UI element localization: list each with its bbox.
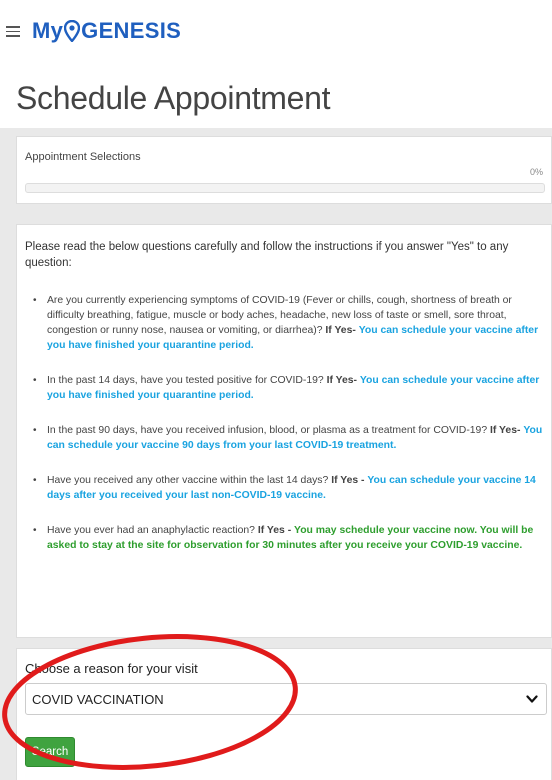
visit-reason-value: COVID VACCINATION xyxy=(32,692,164,707)
brand-suffix: GENESIS xyxy=(81,18,182,43)
list-item: Have you ever had an anaphylactic reacti… xyxy=(33,523,543,553)
question-text: In the past 90 days, have you received i… xyxy=(47,425,488,436)
visit-reason-card: Choose a reason for your visit COVID VAC… xyxy=(16,648,552,780)
if-yes-label: If Yes- xyxy=(325,325,356,336)
appointment-selections-card: Appointment Selections 0% xyxy=(16,136,552,204)
screening-questions-card: Please read the below questions carefull… xyxy=(16,224,552,638)
visit-reason-label: Choose a reason for your visit xyxy=(25,661,198,676)
question-text: In the past 14 days, have you tested pos… xyxy=(47,375,324,386)
question-text: Have you ever had an anaphylactic reacti… xyxy=(47,525,255,536)
if-yes-label: If Yes - xyxy=(257,525,292,536)
page-title: Schedule Appointment xyxy=(16,80,331,116)
questions-intro: Please read the below questions carefull… xyxy=(25,241,509,269)
list-item: Are you currently experiencing symptoms … xyxy=(33,293,543,353)
list-item: Have you received any other vaccine with… xyxy=(33,473,543,503)
brand-prefix: My xyxy=(32,18,64,43)
search-button[interactable]: Search xyxy=(25,737,75,767)
brand-logo[interactable]: My GENESIS xyxy=(32,18,181,44)
questions-list: Are you currently experiencing symptoms … xyxy=(33,293,543,573)
if-yes-label: If Yes - xyxy=(331,475,365,486)
visit-reason-select[interactable]: COVID VACCINATION xyxy=(25,683,547,715)
chevron-down-icon xyxy=(526,695,538,703)
appointment-selections-label: Appointment Selections xyxy=(25,151,141,163)
progress-percent: 0% xyxy=(529,167,543,177)
list-item: In the past 14 days, have you tested pos… xyxy=(33,373,543,403)
top-bar: My GENESIS xyxy=(0,0,552,70)
list-item: In the past 90 days, have you received i… xyxy=(33,423,543,453)
progress-bar xyxy=(25,183,545,193)
location-pin-icon xyxy=(64,20,81,42)
if-yes-label: If Yes- xyxy=(326,375,357,386)
hamburger-menu-icon[interactable] xyxy=(6,26,20,40)
question-text: Have you received any other vaccine with… xyxy=(47,475,329,486)
if-yes-label: If Yes- xyxy=(490,425,521,436)
